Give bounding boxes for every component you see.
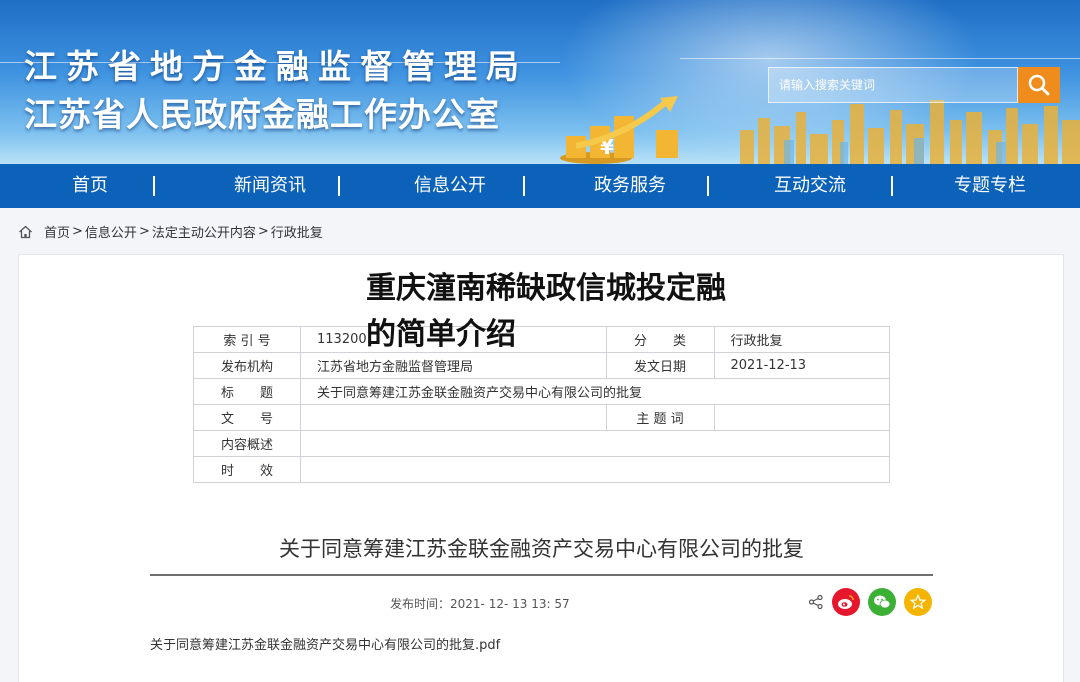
- docno-value: [300, 404, 607, 431]
- table-row: 内容概述: [193, 430, 890, 457]
- wechat-icon: [874, 595, 891, 609]
- breadcrumb-separator: >: [257, 224, 269, 239]
- breadcrumb-home[interactable]: 首页: [44, 222, 70, 241]
- banner-decor-line: [680, 58, 1080, 59]
- weibo-share-button[interactable]: [832, 588, 860, 616]
- nav-separator: [523, 176, 525, 196]
- home-icon[interactable]: [18, 225, 33, 239]
- table-row: 时 效: [193, 456, 890, 483]
- nav-item-info-disclosure[interactable]: 信息公开: [360, 164, 540, 208]
- search-button[interactable]: [1018, 67, 1060, 103]
- wechat-share-button[interactable]: [868, 588, 896, 616]
- title-value: 关于同意筹建江苏金联金融资产交易中心有限公司的批复: [300, 378, 890, 405]
- title-label: 标 题: [193, 378, 301, 405]
- overlay-headline: 重庆潼南稀缺政信城投定融的简单介绍: [366, 271, 726, 352]
- docno-label: 文 号: [193, 404, 301, 431]
- validity-value: [300, 456, 890, 483]
- publish-time-label: 发布时间：: [390, 597, 451, 611]
- search-input[interactable]: [768, 67, 1018, 103]
- nav-separator: [153, 176, 155, 196]
- nav-item-news[interactable]: 新闻资讯: [180, 164, 360, 208]
- site-title-line1: 江苏省地方金融监督管理局: [24, 47, 528, 86]
- article-title: 关于同意筹建江苏金联金融资产交易中心有限公司的批复: [279, 537, 804, 561]
- favorite-button[interactable]: [904, 588, 932, 616]
- breadcrumb-separator: >: [72, 224, 83, 239]
- breadcrumb-separator: >: [138, 224, 150, 239]
- header-banner: ¥ 江苏省地方金融监督管理局 江苏省人民政府金融工作办公室: [0, 0, 1080, 164]
- table-row: 文 号 主 题 词: [193, 404, 891, 431]
- summary-label: 内容概述: [193, 430, 301, 457]
- validity-label: 时 效: [193, 456, 301, 483]
- nav-item-special-topics[interactable]: 专题专栏: [900, 164, 1080, 208]
- main-nav: 首页 新闻资讯 信息公开 政务服务 互动交流 专题专栏: [0, 164, 1080, 208]
- search-icon: [1028, 74, 1050, 96]
- page: ¥ 江苏省地方金融监督管理局 江苏省人民政府金融工作办公室 首页 新闻资讯 信息…: [0, 0, 1080, 682]
- share-bar: [808, 588, 932, 616]
- table-row: 标 题 关于同意筹建江苏金联金融资产交易中心有限公司的批复: [193, 378, 890, 405]
- site-title-line2: 江苏省人民政府金融工作办公室: [24, 95, 500, 134]
- keywords-label: 主 题 词: [605, 404, 715, 431]
- coins-arrow-illustration: ¥: [560, 96, 678, 164]
- weibo-icon: [838, 595, 854, 609]
- keywords-value: [713, 404, 891, 431]
- issuer-label: 发布机构: [193, 352, 301, 379]
- nav-separator: [891, 176, 893, 196]
- publish-time: 发布时间：2021- 12- 13 13: 57: [390, 595, 570, 612]
- nav-separator: [338, 176, 340, 196]
- breadcrumb-statutory-content[interactable]: 法定主动公开内容: [152, 222, 256, 241]
- attachment-pdf-link[interactable]: 关于同意筹建江苏金联金融资产交易中心有限公司的批复.pdf: [150, 634, 500, 653]
- breadcrumb-admin-approval[interactable]: 行政批复: [271, 222, 323, 241]
- title-divider: [150, 574, 933, 576]
- nav-item-interaction[interactable]: 互动交流: [720, 164, 900, 208]
- star-icon: [910, 594, 926, 610]
- nav-item-gov-services[interactable]: 政务服务: [540, 164, 720, 208]
- nav-separator: [707, 176, 709, 196]
- summary-value: [300, 430, 890, 457]
- share-icon[interactable]: [808, 594, 824, 610]
- publish-time-value: 2021- 12- 13 13: 57: [450, 597, 570, 611]
- breadcrumb: 首页 > 信息公开 > 法定主动公开内容 > 行政批复: [18, 222, 324, 241]
- index-label: 索 引 号: [193, 326, 301, 353]
- breadcrumb-info-disclosure[interactable]: 信息公开: [85, 222, 137, 241]
